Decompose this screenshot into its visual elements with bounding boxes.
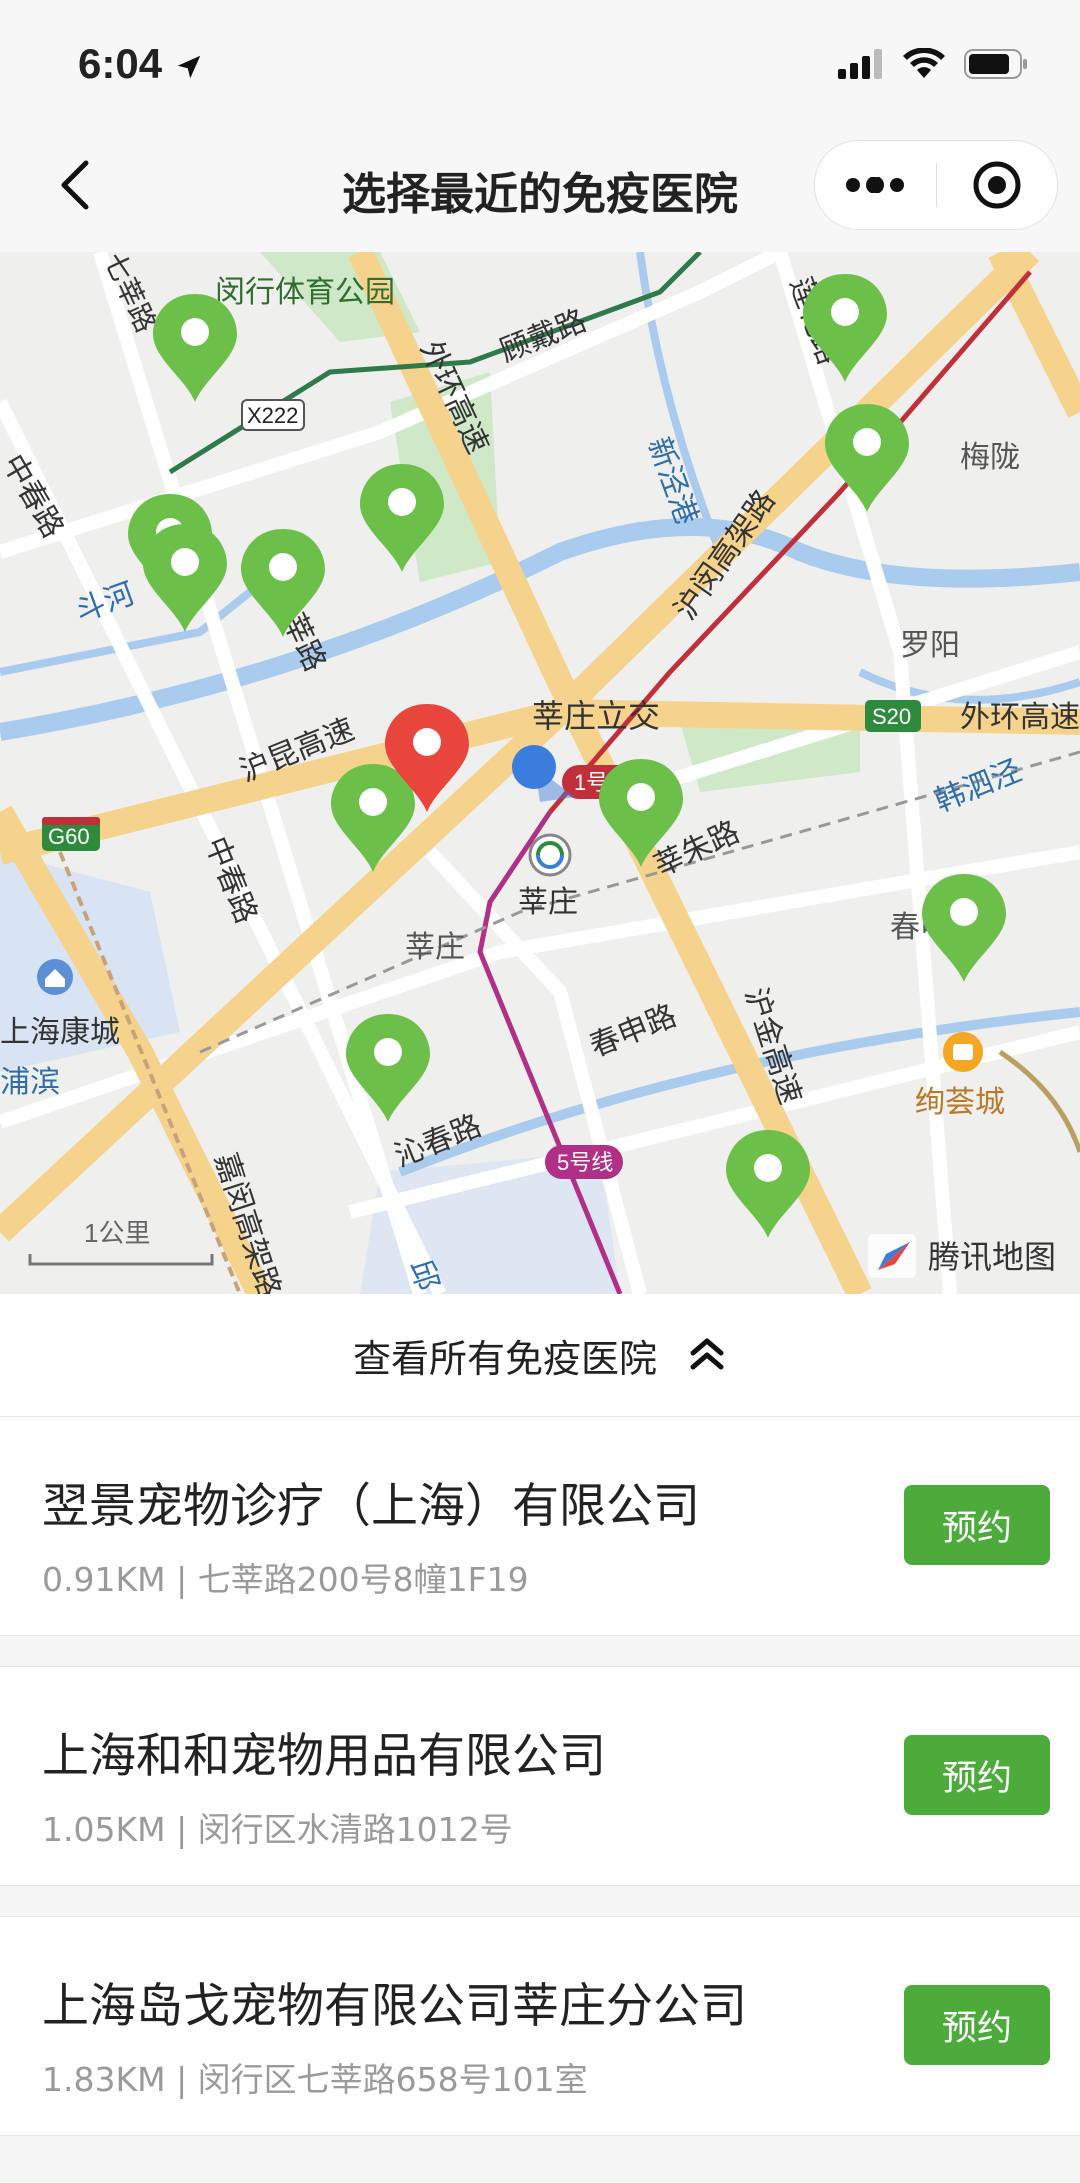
target-circle-icon [973, 161, 1021, 209]
map-label-pubin: 浦滨 [0, 1066, 60, 1099]
status-bar: 6:04 [0, 0, 1080, 120]
svg-text:X222: X222 [247, 403, 298, 428]
map-label-xinzhuang-station: 莘庄 [518, 886, 578, 919]
shield-g60: G60 [42, 817, 100, 851]
map-label-xinzhuang-interchange: 莘庄立交 [532, 698, 660, 734]
map-label-luoyang: 罗阳 [900, 629, 960, 662]
map-label-meilong: 梅陇 [960, 441, 1020, 474]
map-brand: 腾讯地图 [868, 1234, 1056, 1278]
hospital-distance-address: 1.05KM | 闵行区水清路1012号 [42, 1810, 513, 1849]
location-arrow-icon [177, 55, 200, 79]
svg-text:G60: G60 [48, 824, 90, 849]
hospital-name: 翌景宠物诊疗（上海）有限公司 [42, 1479, 700, 1534]
more-button[interactable] [815, 141, 936, 229]
hospital-distance-address: 1.83KM | 闵行区七莘路658号101室 [42, 2060, 588, 2099]
status-time: 6:04 [78, 40, 204, 88]
more-dots-icon [846, 177, 905, 193]
view-all-hospitals-button[interactable]: 查看所有免疫医院 [0, 1294, 1080, 1417]
map-view[interactable]: 闵行体育公园 七莘路 顾戴路 外环高速 新泾港 莲花路 梅陇 中春路 斗河 七莘… [0, 252, 1080, 1294]
list-item[interactable]: 上海岛戈宠物有限公司莘庄分公司 1.83KM | 闵行区七莘路658号101室 … [0, 1916, 1080, 2136]
time-text: 6:04 [78, 40, 163, 87]
map-label-xuhui-city: 绚荟城 [915, 1086, 1005, 1119]
status-icons [836, 48, 1030, 80]
list-item[interactable]: 翌景宠物诊疗（上海）有限公司 0.91KM | 七莘路200号8幢1F19 预约 [0, 1417, 1080, 1636]
nav-bar: 选择最近的免疫医院 [0, 120, 1080, 252]
battery-icon [964, 49, 1027, 79]
metro-station-icon [528, 833, 572, 877]
place-home-icon [37, 959, 73, 995]
close-miniprogram-button[interactable] [937, 141, 1058, 229]
signal-icon [838, 49, 882, 79]
metro-line5-badge: 5号线 [545, 1145, 623, 1179]
hospital-distance-address: 0.91KM | 七莘路200号8幢1F19 [42, 1560, 529, 1599]
svg-text:5号线: 5号线 [557, 1150, 613, 1175]
map-label-xinzhuang-area: 莘庄 [405, 931, 465, 964]
shield-s20: S20 [865, 700, 921, 732]
mall-icon [943, 1032, 983, 1072]
hospital-list: 翌景宠物诊疗（上海）有限公司 0.91KM | 七莘路200号8幢1F19 预约… [0, 1417, 1080, 2166]
svg-text:S20: S20 [872, 704, 911, 729]
book-button[interactable]: 预约 [904, 1735, 1050, 1815]
svg-text:腾讯地图: 腾讯地图 [928, 1239, 1056, 1275]
map-label-park: 闵行体育公园 [215, 276, 395, 309]
book-button[interactable]: 预约 [904, 1985, 1050, 2065]
svg-text:1公里: 1公里 [84, 1218, 150, 1248]
hospital-name: 上海和和宠物用品有限公司 [42, 1729, 606, 1784]
wifi-icon [903, 48, 945, 78]
hospital-name: 上海岛戈宠物有限公司莘庄分公司 [42, 1979, 747, 2034]
map-label-waihuan-expwy-e: 外环高速 [960, 701, 1080, 734]
double-chevron-up-icon [690, 1338, 724, 1370]
book-button[interactable]: 预约 [904, 1485, 1050, 1565]
map-label-kangcheng: 上海康城 [0, 1016, 120, 1049]
miniprogram-capsule [814, 140, 1058, 230]
view-all-label: 查看所有免疫医院 [352, 1336, 657, 1381]
list-item[interactable]: 上海和和宠物用品有限公司 1.05KM | 闵行区水清路1012号 预约 [0, 1666, 1080, 1886]
shield-x222: X222 [241, 399, 305, 431]
